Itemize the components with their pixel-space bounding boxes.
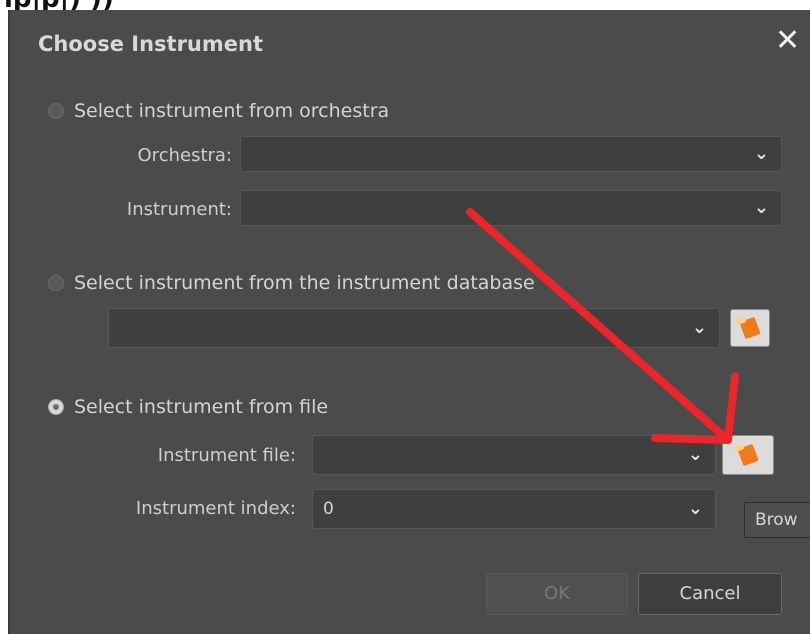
instrument-file-dropdown[interactable]: ⌄ <box>312 435 716 475</box>
cancel-button[interactable]: Cancel <box>638 573 782 615</box>
database-dropdown[interactable]: ⌄ <box>108 308 720 348</box>
folder-open-icon <box>737 443 759 467</box>
orchestra-dropdown[interactable]: ⌄ <box>240 136 782 172</box>
radio-orchestra-label: Select instrument from orchestra <box>74 100 390 122</box>
radio-database-label: Select instrument from the instrument da… <box>74 272 535 294</box>
chevron-down-icon: ⌄ <box>753 143 769 164</box>
instrument-index-dropdown[interactable]: 0 ⌄ <box>312 489 716 529</box>
ok-button[interactable]: OK <box>486 573 628 615</box>
orchestra-label: Orchestra: <box>137 145 232 166</box>
folder-open-icon <box>739 316 761 340</box>
chevron-down-icon: ⌄ <box>687 444 703 465</box>
instrument-dropdown[interactable]: ⌄ <box>240 190 782 226</box>
chevron-down-icon: ⌄ <box>691 317 707 338</box>
instrument-label: Instrument: <box>126 199 232 220</box>
chevron-down-icon: ⌄ <box>687 498 703 519</box>
radio-file-option[interactable]: Select instrument from file <box>48 396 328 418</box>
radio-orchestra[interactable] <box>48 103 64 119</box>
radio-file-label: Select instrument from file <box>74 396 329 418</box>
radio-database-option[interactable]: Select instrument from the instrument da… <box>48 272 535 294</box>
chevron-down-icon: ⌄ <box>753 197 769 218</box>
instrument-index-label: Instrument index: <box>135 498 296 519</box>
instrument-index-value: 0 <box>323 499 334 519</box>
instrument-file-label: Instrument file: <box>157 445 296 466</box>
close-icon[interactable]: ✕ <box>775 26 800 56</box>
database-browse-button[interactable] <box>730 309 770 347</box>
radio-file[interactable] <box>48 399 64 415</box>
dialog-title: Choose Instrument <box>38 32 263 56</box>
instrument-file-browse-button[interactable] <box>722 435 774 475</box>
choose-instrument-dialog: Choose Instrument ✕ Select instrument fr… <box>8 10 810 634</box>
radio-orchestra-option[interactable]: Select instrument from orchestra <box>48 100 389 122</box>
radio-database[interactable] <box>48 275 64 291</box>
browse-tooltip: Brow <box>744 502 810 538</box>
